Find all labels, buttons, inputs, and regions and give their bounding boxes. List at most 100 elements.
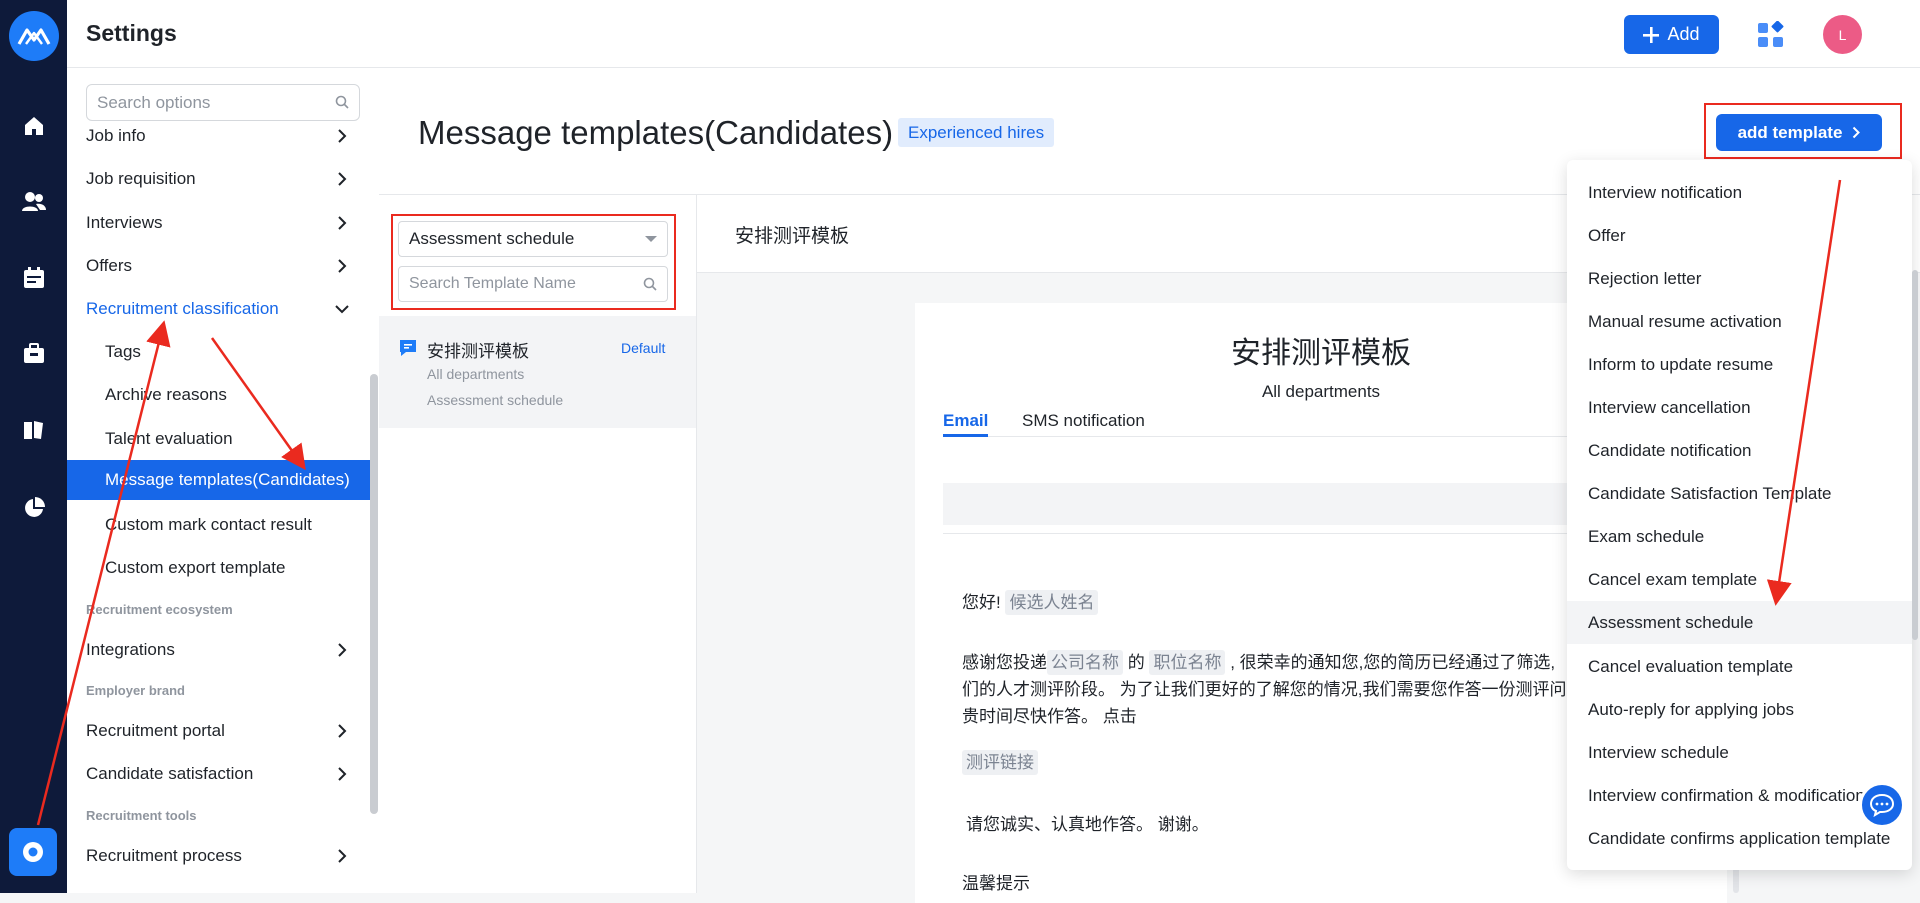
sidebar-item-label: Tags	[105, 342, 141, 361]
pie-chart-icon[interactable]	[18, 492, 50, 524]
search-icon	[643, 277, 657, 296]
body-text: , 很荣幸的通知您,您的简历已经通过了筛选,	[1230, 653, 1556, 672]
menu-item[interactable]: Interview notification	[1567, 171, 1912, 214]
sidebar-item-label: Job requisition	[86, 169, 196, 188]
sidebar-item-label: Recruitment process	[86, 846, 242, 865]
sidebar-item-message-templates[interactable]: Message templates(Candidates)	[67, 460, 370, 500]
detail-title: 安排测评模板	[735, 226, 850, 247]
sidebar-item-recruitment-classification[interactable]: Recruitment classification	[67, 289, 370, 329]
menu-item[interactable]: Cancel evaluation template	[1567, 645, 1912, 688]
logo-icon[interactable]	[9, 11, 59, 61]
menu-item[interactable]: Rejection letter	[1567, 257, 1912, 300]
body-text: 的	[1127, 653, 1145, 672]
add-template-label: add template	[1737, 122, 1843, 142]
briefcase-icon[interactable]	[18, 338, 50, 370]
template-name: 安排测评模板	[427, 342, 529, 361]
tab-email[interactable]: Email	[943, 411, 989, 437]
template-list-pane: Assessment schedule 安排测评模板 Default All d…	[379, 195, 697, 893]
calendar-icon[interactable]	[18, 262, 50, 294]
sidebar-item-label: Message templates(Candidates)	[105, 470, 350, 489]
sidebar-item-label: Custom export template	[105, 558, 286, 577]
top-bar: Settings Add L	[67, 0, 1920, 68]
sidebar-item-integrations[interactable]: Integrations	[67, 630, 370, 670]
chevron-right-icon	[338, 172, 347, 186]
sidebar-scrollbar[interactable]	[370, 374, 378, 814]
sidebar-group-label: Recruitment tools	[86, 808, 197, 823]
book-icon[interactable]	[18, 414, 50, 446]
greeting-line: 您好! 候选人姓名	[962, 589, 1099, 616]
sidebar-item-interviews[interactable]: Interviews	[67, 203, 370, 243]
menu-item[interactable]: Candidate Satisfaction Template	[1567, 472, 1912, 515]
sidebar-item-label: Talent evaluation	[105, 429, 233, 448]
sidebar-item-custom-export-template[interactable]: Custom export template	[67, 548, 370, 588]
sidebar-group-label: Employer brand	[86, 683, 185, 698]
chevron-down-icon	[335, 305, 349, 314]
sidebar-item-label: Interviews	[86, 213, 163, 232]
template-type-value: Assessment schedule	[409, 229, 575, 248]
sidebar-item-label: Recruitment classification	[86, 299, 279, 318]
menu-item[interactable]: Offer	[1567, 214, 1912, 257]
tab-sms-notification[interactable]: SMS notification	[1022, 411, 1145, 437]
list-item[interactable]: 安排测评模板 Default All departments Assessmen…	[379, 316, 696, 428]
sidebar-item-recruitment-portal[interactable]: Recruitment portal	[67, 711, 370, 751]
sidebar-item-label: Candidate satisfaction	[86, 764, 254, 783]
add-button[interactable]: Add	[1624, 15, 1719, 54]
sidebar-item-archive-reasons[interactable]: Archive reasons	[67, 375, 370, 415]
template-type-select[interactable]: Assessment schedule	[398, 221, 668, 257]
sidebar-item-label: Custom mark contact result	[105, 515, 312, 534]
assessment-link-line: 测评链接	[962, 749, 1038, 776]
menu-item[interactable]: Cancel exam template	[1567, 558, 1912, 601]
template-search-input[interactable]	[399, 267, 635, 301]
gear-icon[interactable]	[9, 828, 57, 876]
plus-icon	[1643, 26, 1660, 43]
template-department: All departments	[427, 366, 525, 382]
chat-bubble-icon	[398, 338, 418, 363]
menu-item[interactable]: Inform to update resume	[1567, 343, 1912, 386]
chat-support-icon[interactable]	[1859, 782, 1905, 828]
apps-icon[interactable]	[1757, 20, 1785, 54]
add-template-button[interactable]: add template	[1716, 114, 1882, 151]
menu-item-assessment-schedule[interactable]: Assessment schedule	[1567, 601, 1912, 644]
menu-item[interactable]: Candidate notification	[1567, 429, 1912, 472]
sidebar-search-input[interactable]	[87, 85, 327, 120]
sidebar-item-job-info[interactable]: Job info	[67, 116, 370, 156]
avatar[interactable]: L	[1823, 15, 1862, 54]
menu-scrollbar[interactable]	[1912, 270, 1918, 640]
placeholder-position-name: 职位名称	[1149, 650, 1226, 675]
home-icon[interactable]	[18, 110, 50, 142]
sidebar-item-tags[interactable]: Tags	[67, 332, 370, 372]
hire-type-tag: Experienced hires	[898, 118, 1055, 147]
placeholder-assessment-link: 测评链接	[962, 750, 1038, 775]
sidebar-group-label: Recruitment ecosystem	[86, 602, 233, 617]
default-badge: Default	[621, 340, 666, 356]
sidebar-item-recruitment-process[interactable]: Recruitment process	[67, 836, 370, 876]
body-text: 们的人才测评阶段。 为了让我们更好的了解您的情况,我们需要您作答一份测评问	[962, 680, 1567, 699]
sidebar-item-label: Offers	[86, 256, 132, 275]
menu-item[interactable]: Manual resume activation	[1567, 300, 1912, 343]
caret-down-icon	[645, 236, 657, 242]
menu-item[interactable]: Interview cancellation	[1567, 386, 1912, 429]
sidebar-item-label: Recruitment portal	[86, 721, 225, 740]
sidebar-item-label: Integrations	[86, 640, 175, 659]
sidebar-item-offers[interactable]: Offers	[67, 246, 370, 286]
settings-sidebar: Job info Job requisition Interviews Offe…	[67, 68, 379, 893]
menu-item[interactable]: Exam schedule	[1567, 515, 1912, 558]
menu-item[interactable]: Auto-reply for applying jobs	[1567, 688, 1912, 731]
chevron-right-icon	[338, 643, 347, 657]
chevron-right-icon	[338, 129, 347, 143]
sidebar-item-custom-mark-contact-result[interactable]: Custom mark contact result	[67, 505, 370, 545]
template-type: Assessment schedule	[427, 392, 564, 408]
body-text: 贵时间尽快作答。 点击	[962, 707, 1137, 726]
sidebar-item-candidate-satisfaction[interactable]: Candidate satisfaction	[67, 754, 370, 794]
chevron-right-icon	[338, 849, 347, 863]
menu-item[interactable]: Interview schedule	[1567, 731, 1912, 774]
sidebar-item-job-requisition[interactable]: Job requisition	[67, 159, 370, 199]
add-template-highlight: add template	[1704, 103, 1902, 159]
app-title: Settings	[86, 20, 177, 46]
body-paragraph-2: 请您诚实、认真地作答。 谢谢。	[966, 815, 1209, 834]
menu-item[interactable]: Candidate confirms application template	[1567, 817, 1912, 860]
sidebar-item-label: Job info	[86, 126, 146, 145]
sidebar-item-talent-evaluation[interactable]: Talent evaluation	[67, 419, 370, 459]
filter-highlight: Assessment schedule	[391, 214, 676, 310]
users-icon[interactable]	[18, 186, 50, 218]
